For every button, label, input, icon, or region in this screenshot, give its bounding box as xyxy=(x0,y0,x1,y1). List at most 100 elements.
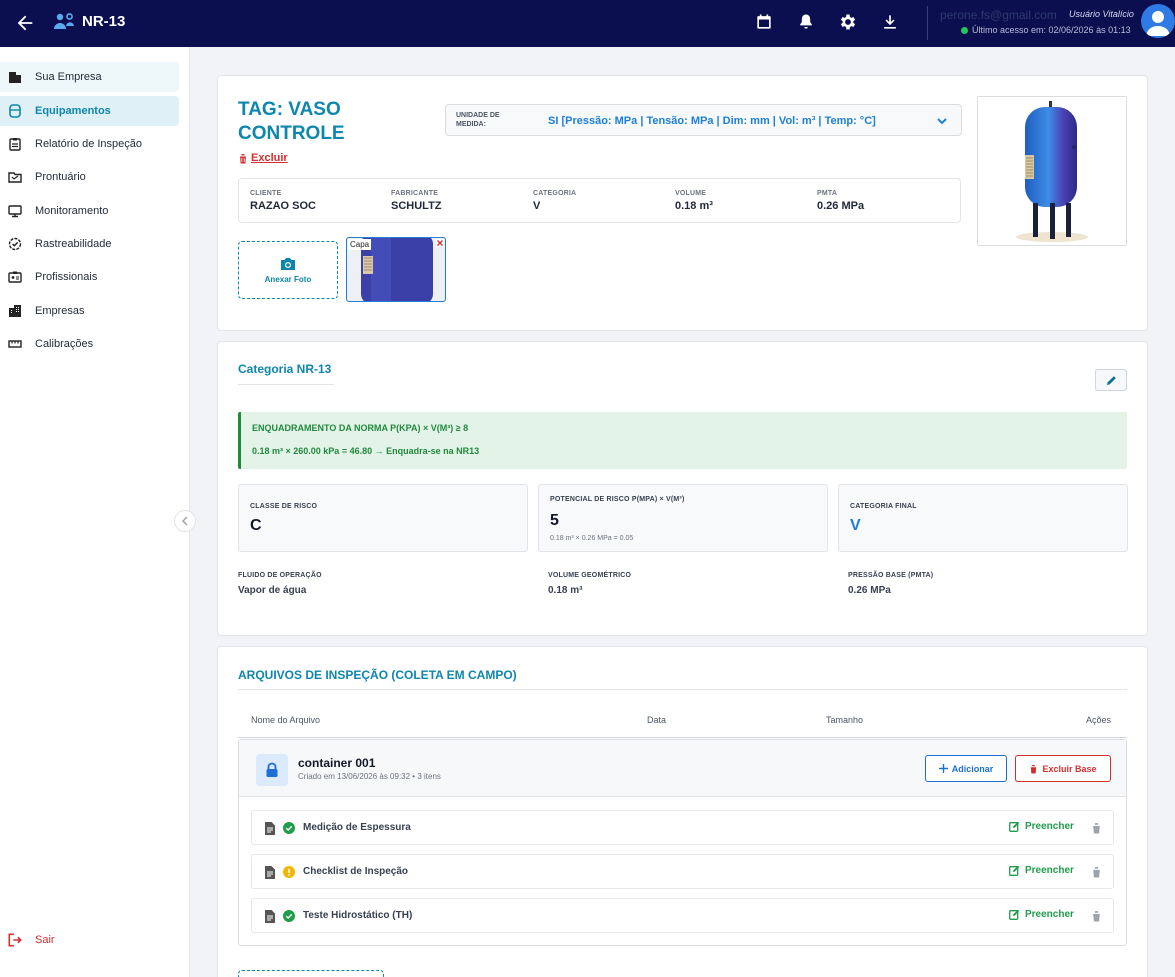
download-icon[interactable] xyxy=(880,12,900,32)
fill-button[interactable]: Preencher xyxy=(1009,909,1074,920)
sidebar-item-empresas[interactable]: Empresas xyxy=(0,296,179,326)
category-title: Categoria NR-13 xyxy=(238,362,332,376)
close-icon[interactable] xyxy=(436,239,444,247)
back-arrow-icon[interactable] xyxy=(14,12,36,34)
new-container-button[interactable] xyxy=(238,970,384,977)
logout-icon xyxy=(8,933,22,947)
sidebar-item-equipamentos[interactable]: Equipamentos xyxy=(0,96,179,126)
equipment-info-box: CLIENTE RAZAO SOC FABRICANTE SCHULTZ CAT… xyxy=(238,178,961,223)
file-name: Checklist de Inspeção xyxy=(303,866,409,877)
info-categoria: CATEGORIA V xyxy=(533,190,576,212)
info-value: V xyxy=(533,200,541,212)
sidebar-item-label: Prontuário xyxy=(35,171,86,183)
sidebar-item-label: Empresas xyxy=(35,305,85,317)
user-email: perone.fs@gmail.com xyxy=(940,8,1057,22)
delete-equipment-link[interactable]: Excluir xyxy=(238,152,288,164)
info-cliente: CLIENTE RAZAO SOC xyxy=(250,190,316,212)
table-header-divider xyxy=(238,737,1127,738)
sidebar: Sua Empresa Equipamentos Relatório de In… xyxy=(0,47,190,977)
info-value: 0.26 MPa xyxy=(817,200,865,212)
unit-select-label: UNIDADE DE MEDIDA: xyxy=(456,112,500,128)
container-name: container 001 xyxy=(298,756,376,770)
sidebar-item-label: Relatório de Inspeção xyxy=(35,138,143,150)
delete-base-button[interactable]: Excluir Base xyxy=(1015,755,1111,782)
sidebar-item-sua-empresa[interactable]: Sua Empresa xyxy=(0,62,179,92)
final-category-box: CATEGORIA FINAL V xyxy=(838,484,1128,552)
prop-value: Vapor de água xyxy=(238,585,307,596)
calendar-icon[interactable] xyxy=(754,12,774,32)
info-value: SCHULTZ xyxy=(391,200,442,212)
warning-circle-icon xyxy=(283,866,295,878)
column-header-size[interactable]: Tamanho xyxy=(826,715,863,725)
file-name: Teste Hidrostático (TH) xyxy=(303,910,413,921)
trash-icon xyxy=(239,153,247,163)
list-item[interactable]: Teste Hidrostático (TH) Preencher xyxy=(251,898,1114,933)
app-title: NR-13 xyxy=(82,13,126,30)
container-header: container 001 Criado em 13/06/2026 às 09… xyxy=(239,740,1126,797)
files-title: ARQUIVOS DE INSPEÇÃO (COLETA EM CAMPO) xyxy=(238,668,517,682)
sidebar-item-label: Sua Empresa xyxy=(35,71,102,83)
check-badge-icon xyxy=(7,236,23,252)
prop-key: PRESSÃO BASE (PMTA) xyxy=(848,572,934,579)
chevron-left-icon xyxy=(181,516,188,526)
document-icon xyxy=(265,822,275,835)
add-file-button[interactable]: Adicionar xyxy=(925,755,1007,782)
info-key: VOLUME xyxy=(675,190,707,197)
norm-criteria-line: ENQUADRAMENTO DA NORMA P(KPA) × V(M³) ≥ … xyxy=(252,423,469,433)
delete-base-label: Excluir Base xyxy=(1042,763,1097,774)
list-item[interactable]: Checklist de Inspeção Preencher xyxy=(251,854,1114,889)
trash-icon[interactable] xyxy=(1091,822,1102,834)
fill-button[interactable]: Preencher xyxy=(1009,865,1074,876)
info-value: 0.18 m³ xyxy=(675,200,713,212)
info-pmta: PMTA 0.26 MPa xyxy=(817,190,864,212)
sidebar-item-relatorio[interactable]: Relatório de Inspeção xyxy=(0,129,179,159)
sidebar-item-calibracoes[interactable]: Calibrações xyxy=(0,329,179,359)
sidebar-item-label: Rastreabilidade xyxy=(35,238,112,250)
logout-button[interactable]: Sair xyxy=(0,927,55,953)
buildings-icon xyxy=(7,303,23,319)
sidebar-item-monitoramento[interactable]: Monitoramento xyxy=(0,196,179,226)
user-avatar-icon xyxy=(1146,11,1170,36)
attach-photo-button[interactable]: Anexar Foto xyxy=(238,241,338,299)
page-title: TAG: VASO CONTROLE xyxy=(238,99,345,144)
unit-of-measure-select[interactable]: UNIDADE DE MEDIDA: SI [Pressão: MPa | Te… xyxy=(445,104,962,136)
monitor-icon xyxy=(7,203,23,219)
online-status-dot xyxy=(961,27,968,34)
sidebar-item-profissionais[interactable]: Profissionais xyxy=(0,262,179,292)
trash-icon[interactable] xyxy=(1091,866,1102,878)
column-header-date[interactable]: Data xyxy=(647,715,666,725)
list-item[interactable]: Medição de Espessura Preencher xyxy=(251,810,1114,845)
category-card: Categoria NR-13 ENQUADRAMENTO DA NORMA P… xyxy=(217,341,1148,636)
equipment-main-photo[interactable] xyxy=(977,96,1127,246)
camera-icon xyxy=(281,257,295,270)
add-file-label: Adicionar xyxy=(951,763,994,774)
category-title-underline xyxy=(238,384,334,385)
lock-icon xyxy=(266,762,278,777)
prop-key: FLUIDO DE OPERAÇÃO xyxy=(238,572,322,579)
gear-icon[interactable] xyxy=(838,12,858,32)
trash-icon xyxy=(1030,764,1038,773)
norm-calculation-line: 0.18 m³ × 260.00 kPa = 46.80 → Enquadra-… xyxy=(252,446,480,456)
info-value: RAZAO SOC xyxy=(250,200,316,212)
sidebar-item-rastreabilidade[interactable]: Rastreabilidade xyxy=(0,229,179,259)
document-icon xyxy=(265,866,275,879)
attach-photo-label: Anexar Foto xyxy=(264,274,312,284)
risk-potential-box: POTENCIAL DE RISCO P(MPA) × V(M³) 5 0.18… xyxy=(538,484,828,552)
sidebar-item-prontuario[interactable]: Prontuário xyxy=(0,162,179,192)
edit-category-button[interactable] xyxy=(1095,369,1127,391)
avatar[interactable] xyxy=(1141,4,1175,38)
edit-icon xyxy=(1009,909,1020,920)
sidebar-collapse-button[interactable] xyxy=(174,510,196,532)
trash-icon[interactable] xyxy=(1091,910,1102,922)
bell-icon[interactable] xyxy=(796,12,816,32)
fill-button[interactable]: Preencher xyxy=(1009,821,1074,832)
file-container: container 001 Criado em 13/06/2026 às 09… xyxy=(238,739,1127,946)
sidebar-item-label: Calibrações xyxy=(35,338,94,350)
column-header-actions: Ações xyxy=(1086,715,1112,725)
info-key: PMTA xyxy=(817,190,838,197)
column-header-name[interactable]: Nome do Arquivo xyxy=(251,715,320,725)
info-fabricante: FABRICANTE SCHULTZ xyxy=(391,190,442,212)
lock-badge xyxy=(256,754,288,786)
risk-potential-value: 5 xyxy=(550,512,559,529)
photo-thumbnail[interactable]: Capa xyxy=(346,237,446,302)
